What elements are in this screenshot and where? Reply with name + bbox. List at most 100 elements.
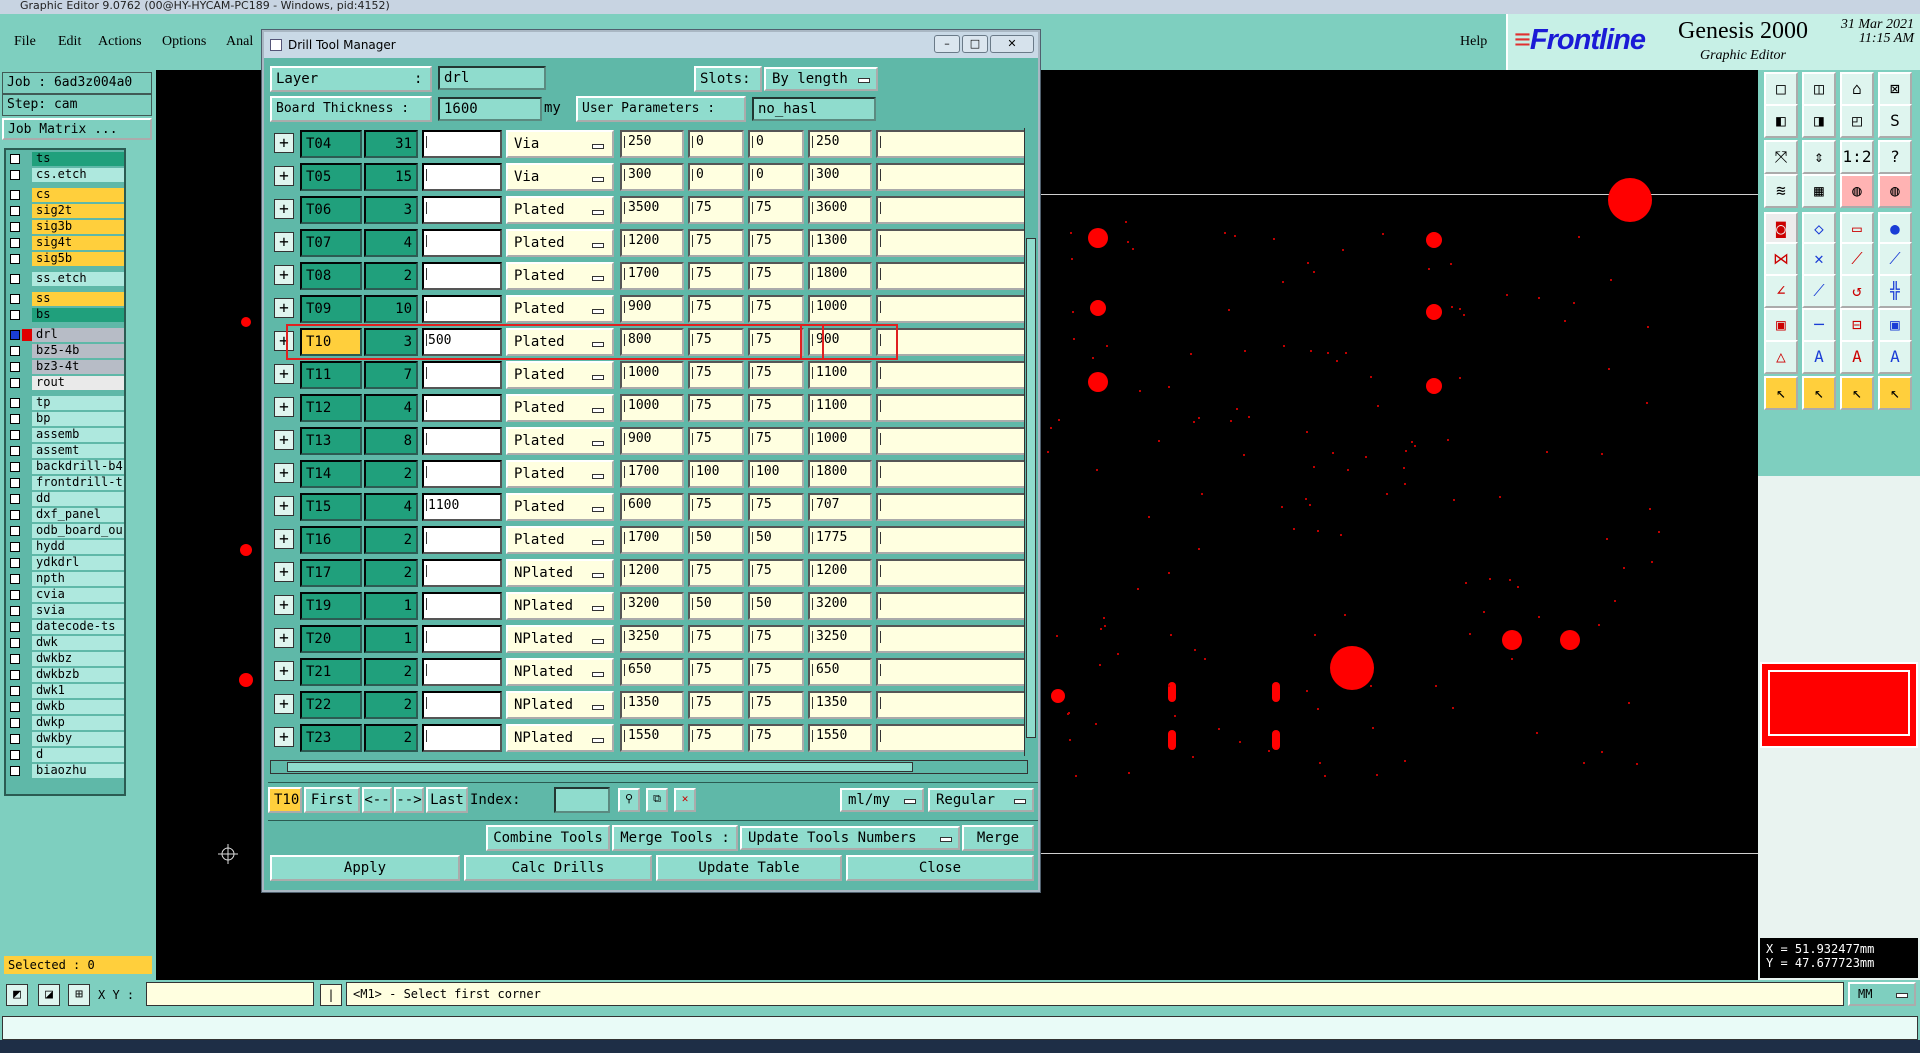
- finish-size-input[interactable]: [422, 526, 502, 554]
- layer-row[interactable]: cvia: [8, 588, 124, 602]
- text-icon[interactable]: A: [1840, 340, 1874, 374]
- finish-size-input[interactable]: [422, 130, 502, 158]
- cell-tol-minus[interactable]: 75: [748, 625, 804, 653]
- cell-drill[interactable]: 900: [620, 295, 684, 323]
- cell-size[interactable]: 1800: [808, 460, 872, 488]
- cell-tol-plus[interactable]: 0: [688, 130, 744, 158]
- select-icon[interactable]: ↖: [1840, 376, 1874, 410]
- cell-tol-plus[interactable]: 75: [688, 229, 744, 257]
- layer-checkbox[interactable]: [10, 206, 20, 216]
- layer-checkbox[interactable]: [10, 446, 20, 456]
- arc-icon[interactable]: ⟋: [1878, 242, 1912, 276]
- layer-row[interactable]: bz5-4b: [8, 344, 124, 358]
- cell-drill[interactable]: 300: [620, 163, 684, 191]
- tool-type-select[interactable]: Plated: [506, 229, 614, 257]
- cell-tol-plus[interactable]: 0: [688, 163, 744, 191]
- table-row[interactable]: + T13 8 Plated 900 75 75 1000: [270, 425, 1028, 458]
- layers-icon[interactable]: ≋: [1764, 174, 1798, 208]
- cell-extra[interactable]: [876, 625, 1026, 653]
- home-icon[interactable]: ⌂: [1840, 72, 1874, 106]
- cell-tol-plus[interactable]: 75: [688, 262, 744, 290]
- select-icon[interactable]: ↖: [1878, 376, 1912, 410]
- cell-drill[interactable]: 600: [620, 493, 684, 521]
- expand-icon[interactable]: +: [274, 661, 294, 681]
- cell-size[interactable]: 900: [808, 328, 872, 356]
- close-window-button[interactable]: ✕: [990, 35, 1034, 53]
- layer-checkbox[interactable]: [10, 606, 20, 616]
- measure-icon[interactable]: ◪: [38, 984, 60, 1006]
- layer-row[interactable]: sig5b: [8, 252, 124, 266]
- layer-checkbox[interactable]: [10, 362, 20, 372]
- cell-tol-plus[interactable]: 75: [688, 658, 744, 686]
- layer-row[interactable]: ts: [8, 152, 124, 166]
- last-button[interactable]: Last: [426, 787, 468, 813]
- layer-row[interactable]: datecode-ts: [8, 620, 124, 634]
- cell-extra[interactable]: [876, 658, 1026, 686]
- rotate-icon[interactable]: ↺: [1840, 274, 1874, 308]
- layer-row[interactable]: dxf_panel: [8, 508, 124, 522]
- tool-type-select[interactable]: Plated: [506, 328, 614, 356]
- menu-analysis[interactable]: Anal: [226, 34, 253, 50]
- table-row[interactable]: + T06 3 Plated 3500 75 75 3600: [270, 194, 1028, 227]
- menu-options[interactable]: Options: [162, 34, 206, 50]
- layer-row[interactable]: frontdrill-t: [8, 476, 124, 490]
- table-row[interactable]: + T12 4 Plated 1000 75 75 1100: [270, 392, 1028, 425]
- cell-extra[interactable]: [876, 559, 1026, 587]
- tool-type-select[interactable]: NPlated: [506, 625, 614, 653]
- tool-type-select[interactable]: Plated: [506, 460, 614, 488]
- node-icon[interactable]: ▣: [1878, 308, 1912, 342]
- first-button[interactable]: First: [304, 787, 360, 813]
- layer-checkbox[interactable]: [10, 274, 20, 284]
- tool-type-select[interactable]: Via: [506, 163, 614, 191]
- tool-type-select[interactable]: NPlated: [506, 658, 614, 686]
- table-row[interactable]: + T22 2 NPlated 1350 75 75 1350: [270, 689, 1028, 722]
- expand-icon[interactable]: +: [274, 232, 294, 252]
- finish-size-input[interactable]: [422, 592, 502, 620]
- expand-icon[interactable]: +: [274, 694, 294, 714]
- triangle-icon[interactable]: △: [1764, 340, 1798, 374]
- layer-row[interactable]: rout: [8, 376, 124, 390]
- expand-icon[interactable]: +: [274, 529, 294, 549]
- cell-drill[interactable]: 3500: [620, 196, 684, 224]
- layer-checkbox[interactable]: [10, 238, 20, 248]
- layer-checkbox[interactable]: [10, 478, 20, 488]
- layer-preview[interactable]: [1760, 662, 1918, 748]
- cell-extra[interactable]: [876, 493, 1026, 521]
- board-thickness-input[interactable]: 1600: [438, 97, 542, 121]
- cell-size[interactable]: 1000: [808, 427, 872, 455]
- cell-drill[interactable]: 1700: [620, 460, 684, 488]
- layer-checkbox[interactable]: [10, 590, 20, 600]
- clear-icon[interactable]: ✕: [674, 788, 696, 812]
- grid-view-icon[interactable]: ▦: [1802, 174, 1836, 208]
- xy-input[interactable]: [146, 982, 314, 1006]
- cell-size[interactable]: 1800: [808, 262, 872, 290]
- cell-extra[interactable]: [876, 394, 1026, 422]
- cell-extra[interactable]: [876, 295, 1026, 323]
- fit-left-icon[interactable]: ◧: [1764, 104, 1798, 138]
- cell-tol-plus[interactable]: 75: [688, 427, 744, 455]
- layer-row[interactable]: dwkby: [8, 732, 124, 746]
- cell-extra[interactable]: [876, 526, 1026, 554]
- camera-icon[interactable]: ◙: [1764, 212, 1798, 246]
- search-icon[interactable]: ⚲: [618, 788, 640, 812]
- expand-icon[interactable]: +: [274, 595, 294, 615]
- cell-tol-minus[interactable]: 75: [748, 295, 804, 323]
- expand-icon[interactable]: +: [274, 364, 294, 384]
- table-row[interactable]: + T21 2 NPlated 650 75 75 650: [270, 656, 1028, 689]
- layer-checkbox[interactable]: [10, 510, 20, 520]
- layer-row[interactable]: dwk1: [8, 684, 124, 698]
- tool-type-select[interactable]: Plated: [506, 361, 614, 389]
- tool-type-select[interactable]: NPlated: [506, 691, 614, 719]
- merge-button[interactable]: Merge: [962, 825, 1034, 851]
- finish-size-input[interactable]: [422, 361, 502, 389]
- calc-drills-button[interactable]: Calc Drills: [464, 855, 652, 881]
- layer-row[interactable]: sig4t: [8, 236, 124, 250]
- layer-checkbox[interactable]: [10, 526, 20, 536]
- layer-checkbox[interactable]: [10, 398, 20, 408]
- fit-right-icon[interactable]: ◨: [1802, 104, 1836, 138]
- cell-tol-plus[interactable]: 75: [688, 559, 744, 587]
- expand-icon[interactable]: +: [274, 727, 294, 747]
- cell-tol-minus[interactable]: 50: [748, 526, 804, 554]
- expand-icon[interactable]: +: [274, 331, 294, 351]
- cross-icon[interactable]: ✕: [1802, 242, 1836, 276]
